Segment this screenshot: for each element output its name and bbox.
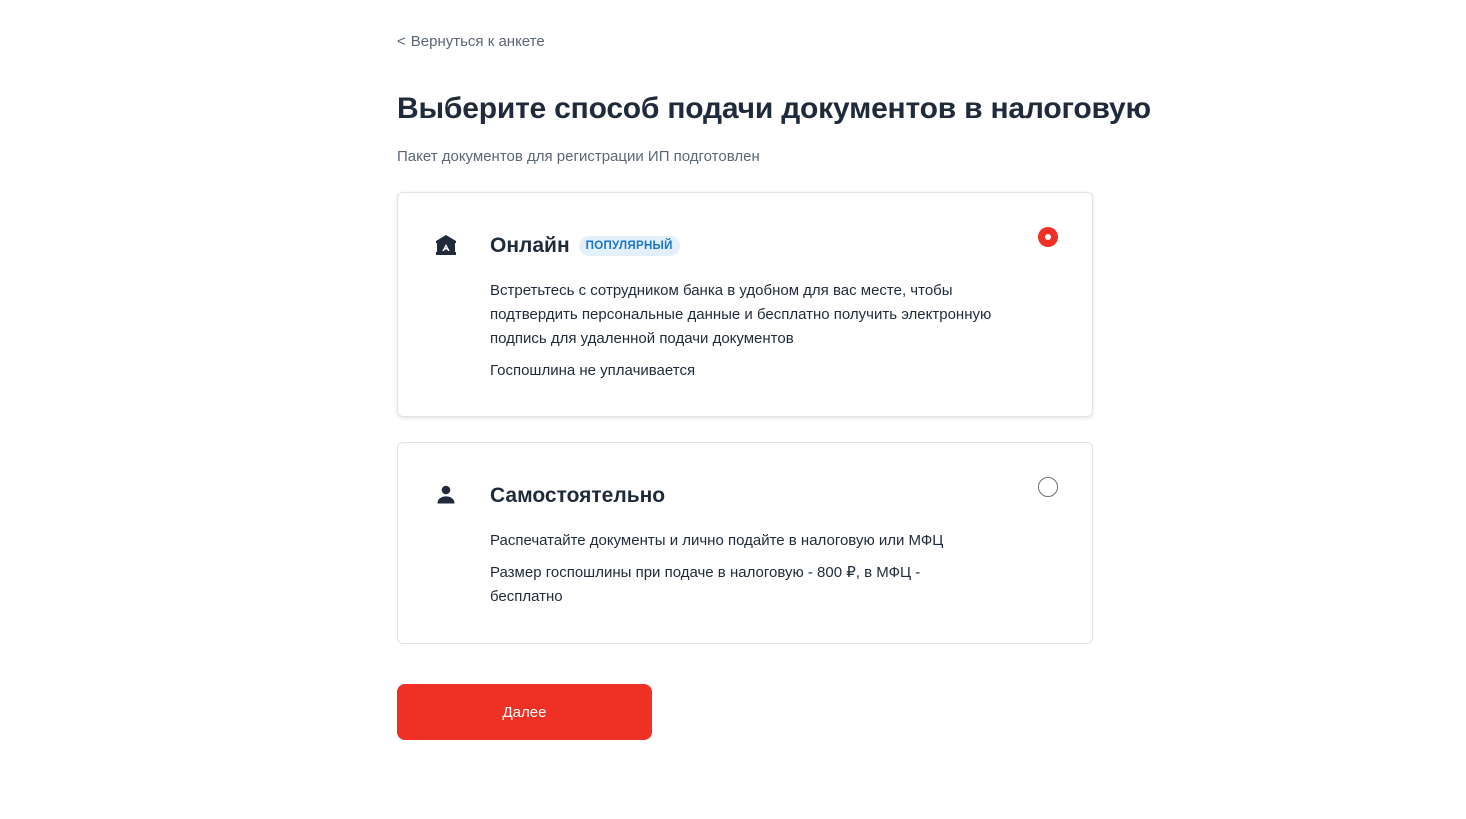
option-card-online[interactable]: Онлайн ПОПУЛЯРНЫЙ Встретьтесь с сотрудни…	[397, 192, 1093, 417]
option-title-row: Самостоятельно	[490, 483, 665, 509]
option-title-row: Онлайн ПОПУЛЯРНЫЙ	[490, 233, 680, 259]
chevron-left-icon: <	[397, 33, 406, 50]
page-subtitle: Пакет документов для регистрации ИП подг…	[397, 148, 760, 165]
person-icon	[434, 483, 458, 507]
option-title: Самостоятельно	[490, 484, 666, 507]
radio-online[interactable]	[1038, 227, 1058, 247]
next-button[interactable]: Далее	[397, 684, 652, 740]
option-fee: Размер госпошлины при подаче в налоговую…	[490, 564, 921, 605]
option-description: Встретьтесь с сотрудником банка в удобно…	[490, 282, 992, 347]
option-fee: Госпошлина не уплачивается	[490, 362, 696, 379]
back-to-form-link[interactable]: < Вернуться к анкете	[397, 33, 545, 50]
bank-icon	[434, 233, 458, 257]
option-description: Распечатайте документы и лично подайте в…	[490, 532, 944, 549]
radio-dot	[1045, 234, 1051, 240]
page-title: Выберите способ подачи документов в нало…	[397, 92, 1151, 125]
popular-badge: ПОПУЛЯРНЫЙ	[578, 236, 680, 256]
option-card-self[interactable]: Самостоятельно Распечатайте документы и …	[397, 442, 1093, 644]
radio-self[interactable]	[1038, 477, 1058, 497]
option-title: Онлайн	[490, 234, 570, 257]
back-link-label: Вернуться к анкете	[410, 33, 545, 50]
